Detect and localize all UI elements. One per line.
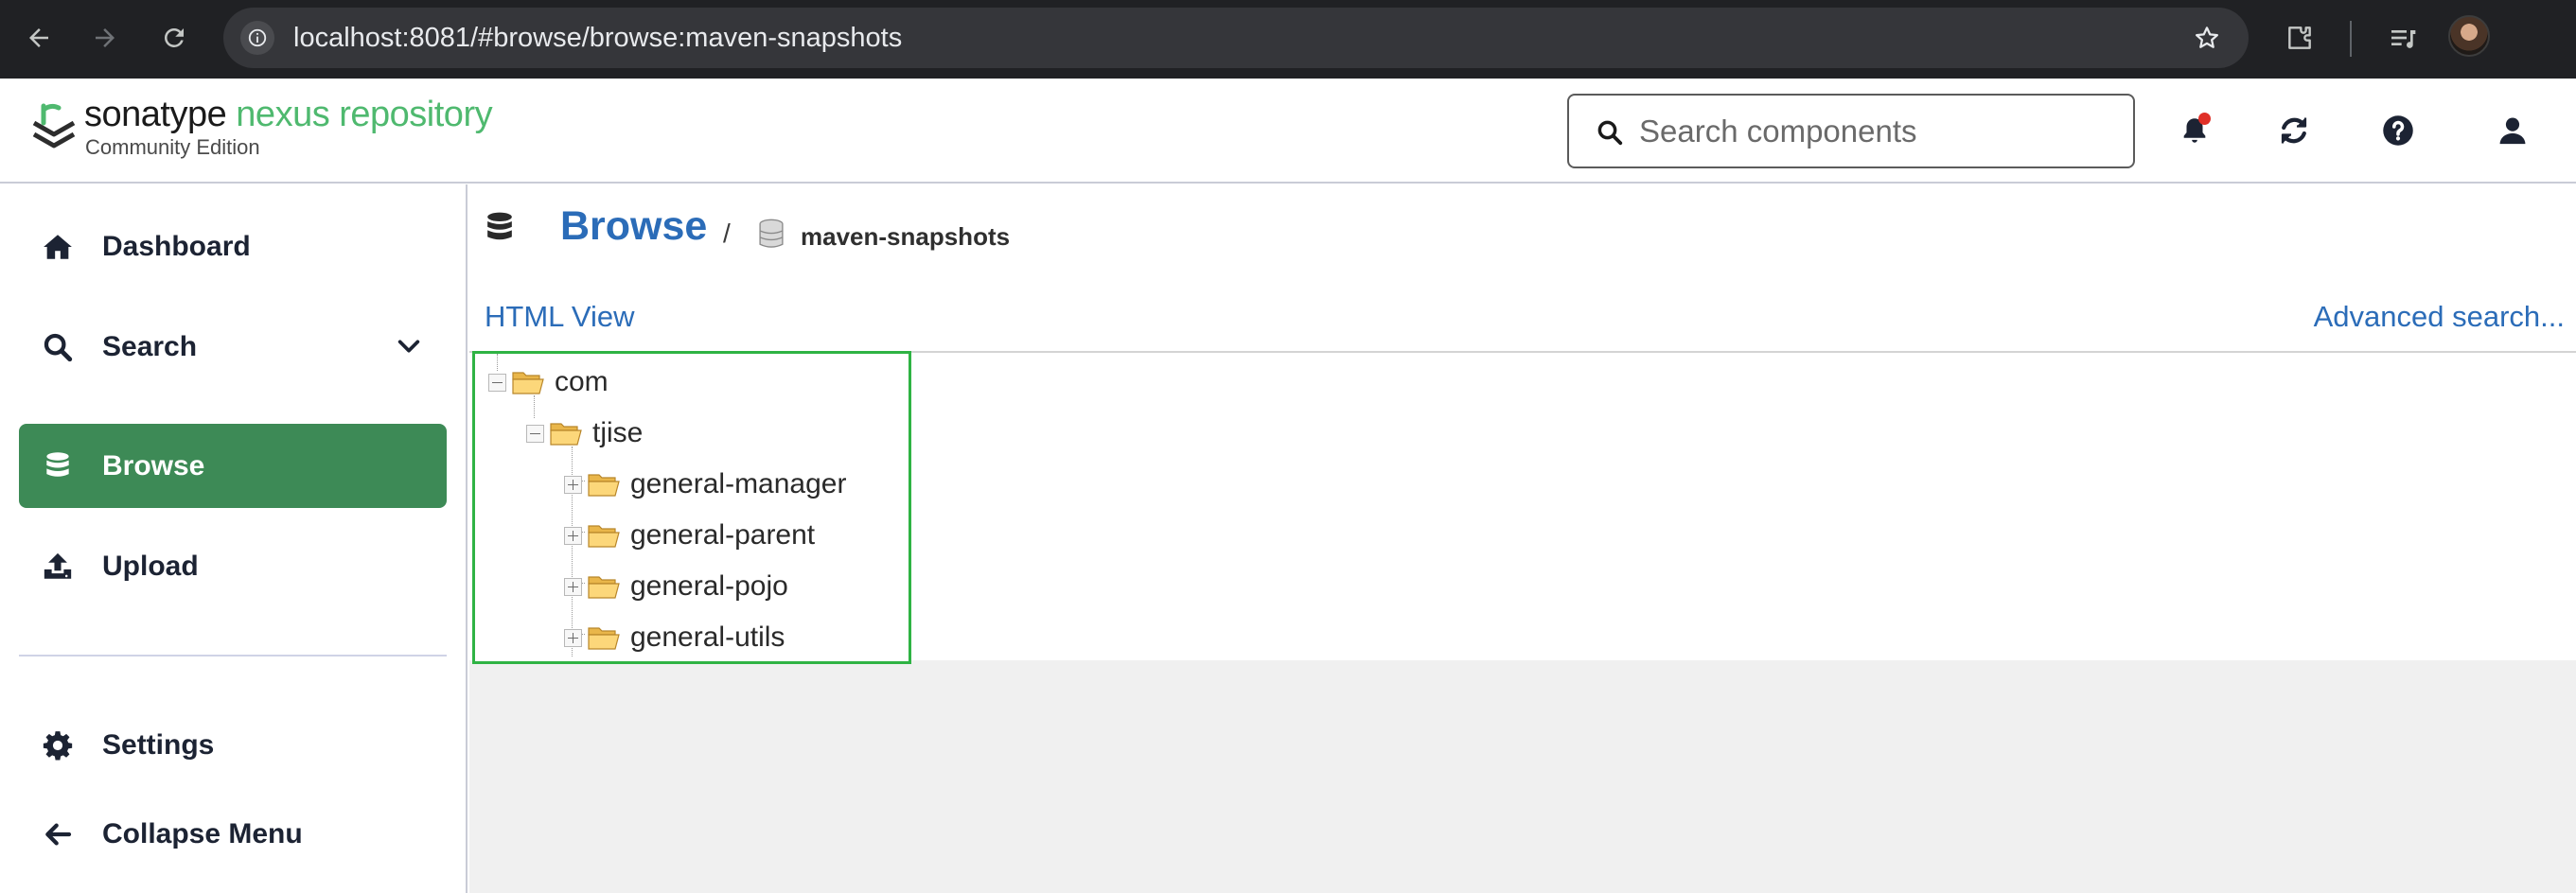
- expand-toggle-icon[interactable]: [564, 629, 582, 647]
- expand-toggle-icon[interactable]: [564, 527, 582, 545]
- browser-toolbar: localhost:8081/#browse/browse:maven-snap…: [0, 0, 2576, 79]
- collapse-toggle-icon[interactable]: [488, 374, 506, 392]
- brand-name: sonatype nexus repository: [84, 94, 493, 135]
- tree-node-label: com: [555, 366, 609, 397]
- database-icon: [487, 212, 512, 240]
- url-text[interactable]: localhost:8081/#browse/browse:maven-snap…: [293, 8, 902, 68]
- advanced-search-link[interactable]: Advanced search...: [2314, 300, 2565, 334]
- folder-icon: [588, 627, 620, 650]
- chevron-down-icon[interactable]: [394, 333, 424, 359]
- notification-badge: [2198, 113, 2211, 125]
- sidebar-divider: [19, 655, 447, 657]
- expand-toggle-icon[interactable]: [564, 476, 582, 494]
- search-components-input[interactable]: [1639, 105, 2112, 158]
- main-content: Browse / maven-snapshots HTML View Advan…: [469, 184, 2576, 893]
- tree-node-label: general-manager: [630, 468, 847, 499]
- sidebar-item-settings[interactable]: Settings: [19, 703, 447, 787]
- search-icon: [1597, 120, 1623, 146]
- home-icon: [40, 230, 76, 264]
- back-icon: [29, 28, 48, 47]
- html-view-link[interactable]: HTML View: [485, 300, 634, 334]
- user-icon: [2499, 117, 2526, 145]
- tree-connector: [534, 395, 535, 418]
- repository-tree: com tjise general-manager general-parent: [472, 351, 911, 664]
- app-header: sonatype nexus repository Community Edit…: [0, 79, 2576, 184]
- sidebar-item-label: Settings: [102, 729, 215, 761]
- sidebar-item-label: Collapse Menu: [102, 818, 303, 849]
- sidebar-item-collapse-menu[interactable]: Collapse Menu: [19, 792, 447, 876]
- gear-icon: [40, 728, 76, 762]
- sidebar-item-label: Search: [102, 331, 198, 362]
- arrow-left-icon: [40, 817, 76, 851]
- reading-list-icon[interactable]: [2381, 16, 2425, 60]
- refresh-button[interactable]: [2272, 109, 2316, 152]
- user-button[interactable]: [2491, 109, 2534, 152]
- help-icon: [2383, 115, 2413, 146]
- repository-icon: [759, 219, 784, 248]
- forward-icon: [96, 28, 115, 47]
- tree-node-label: tjise: [592, 417, 644, 448]
- component-search[interactable]: [1567, 94, 2135, 168]
- folder-icon: [588, 576, 620, 599]
- sidebar-item-search[interactable]: Search: [19, 305, 447, 389]
- address-bar[interactable]: localhost:8081/#browse/browse:maven-snap…: [223, 8, 2249, 68]
- folder-icon: [588, 525, 620, 548]
- brand-secondary: nexus repository: [236, 95, 493, 134]
- breadcrumb-separator: /: [723, 219, 731, 248]
- folder-open-icon: [512, 372, 544, 394]
- site-info-icon[interactable]: [240, 21, 274, 55]
- sidebar-item-upload[interactable]: Upload: [19, 524, 447, 608]
- reload-icon: [165, 27, 184, 47]
- folder-open-icon: [550, 423, 582, 446]
- toolbar-divider: [2350, 21, 2352, 57]
- edition-label: Community Edition: [85, 135, 260, 159]
- sonatype-logo-icon: [32, 103, 76, 149]
- sidebar-item-browse[interactable]: Browse: [19, 424, 447, 508]
- back-button[interactable]: [17, 16, 61, 60]
- help-button[interactable]: [2376, 109, 2420, 152]
- brand-primary: sonatype: [84, 95, 227, 134]
- forward-button[interactable]: [83, 16, 127, 60]
- notifications-button[interactable]: [2173, 109, 2216, 152]
- sidebar-item-label: Browse: [102, 450, 205, 482]
- tree-node-label: general-utils: [630, 622, 785, 653]
- upload-icon: [40, 550, 76, 584]
- breadcrumb-browse[interactable]: Browse: [560, 203, 707, 250]
- extensions-icon[interactable]: [2278, 16, 2321, 60]
- sidebar-item-label: Dashboard: [102, 231, 251, 262]
- refresh-icon: [2281, 117, 2307, 144]
- sidebar-item-dashboard[interactable]: Dashboard: [19, 204, 447, 289]
- sidebar: Dashboard Search Browse Upload Settings …: [0, 184, 468, 893]
- reload-button[interactable]: [152, 16, 196, 60]
- breadcrumb-repository: maven-snapshots: [801, 222, 1011, 251]
- bookmark-star-icon[interactable]: [2190, 21, 2224, 55]
- search-icon: [40, 330, 76, 364]
- profile-avatar[interactable]: [2448, 15, 2490, 57]
- sidebar-item-label: Upload: [102, 551, 199, 582]
- database-icon: [40, 449, 76, 483]
- collapse-toggle-icon[interactable]: [526, 425, 544, 443]
- folder-icon: [588, 474, 620, 497]
- browse-panel: Browse / maven-snapshots HTML View Advan…: [469, 184, 2576, 664]
- tree-connector: [497, 354, 498, 371]
- expand-toggle-icon[interactable]: [564, 578, 582, 596]
- tree-node-label: general-parent: [630, 519, 816, 551]
- tree-node-label: general-pojo: [630, 570, 788, 602]
